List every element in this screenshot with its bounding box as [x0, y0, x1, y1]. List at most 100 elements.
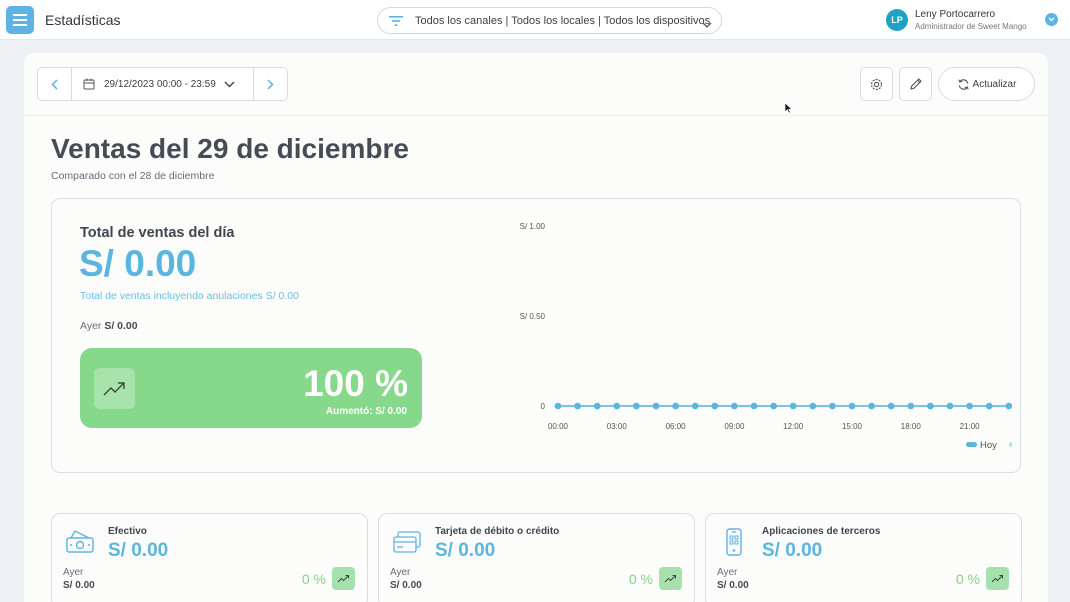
- payment-value: S/ 0.00: [762, 540, 823, 561]
- payment-yesterday-value: S/ 0.00: [717, 580, 749, 591]
- data-point-hoy: [613, 402, 621, 410]
- data-point-hoy: [966, 402, 973, 410]
- payment-percent: 0 %: [628, 571, 653, 587]
- data-point-hoy: [868, 402, 875, 410]
- x-tick-label: 21:00: [960, 422, 981, 431]
- chevron-right-icon: [267, 78, 274, 90]
- payment-yesterday-label: Ayer: [717, 567, 738, 578]
- data-point-hoy: [750, 402, 758, 410]
- x-tick-label: 09:00: [724, 422, 745, 431]
- chevron-left-icon: [51, 78, 58, 90]
- main-panel: 29/12/2023 00:00 - 23:59 Actualizar Vent…: [24, 53, 1048, 602]
- chevron-down-icon: [224, 81, 235, 87]
- data-point-hoy: [789, 402, 797, 410]
- data-point-hoy: [907, 402, 915, 410]
- legend-label-hoy: Hoy: [980, 440, 997, 451]
- card-icon: [393, 531, 421, 553]
- trending-up-icon: [94, 368, 135, 409]
- user-role: Administrador de Sweet Mango: [915, 22, 1027, 31]
- payment-card-third-party-apps: Aplicaciones de terceros S/ 0.00 Ayer S/…: [705, 513, 1022, 602]
- data-point-hoy: [652, 402, 660, 410]
- data-point-hoy: [985, 402, 993, 410]
- daily-sales-summary: Total de ventas del día S/ 0.00 Total de…: [51, 198, 1021, 473]
- growth-card: 100 % Aumentó: S/ 0.00: [80, 348, 422, 428]
- y-tick-label: S/ 1.00: [520, 222, 546, 231]
- date-range-picker: 29/12/2023 00:00 - 23:59: [37, 67, 288, 101]
- payment-percent: 0 %: [301, 571, 326, 587]
- refresh-label: Actualizar: [972, 78, 1017, 90]
- data-point-hoy: [554, 402, 562, 410]
- x-tick-label: 06:00: [666, 422, 687, 431]
- page-subtitle: Comparado con el 28 de diciembre: [51, 170, 215, 182]
- data-point-hoy: [946, 402, 954, 410]
- y-tick-label: 0: [541, 402, 546, 411]
- data-point-hoy: [711, 402, 719, 410]
- pencil-icon: [909, 78, 922, 90]
- payment-yesterday-value: S/ 0.00: [390, 580, 422, 591]
- yesterday-value: S/ 0.00: [104, 320, 138, 332]
- refresh-icon: [957, 78, 969, 90]
- filter-icon: [389, 14, 403, 28]
- y-tick-label: S/ 0.50: [520, 312, 546, 321]
- data-point-hoy: [770, 402, 777, 410]
- sales-with-cancellations: Total de ventas incluyendo anulaciones S…: [80, 290, 299, 302]
- data-point-hoy: [848, 402, 856, 410]
- avatar: LP: [886, 9, 908, 31]
- data-point-hoy: [887, 402, 895, 410]
- data-point-hoy: [574, 402, 581, 410]
- growth-percent: 100 %: [303, 363, 408, 404]
- x-tick-label: 00:00: [548, 422, 569, 431]
- data-point-hoy: [672, 402, 679, 410]
- app-title: Estadísticas: [45, 12, 121, 28]
- refresh-button[interactable]: Actualizar: [938, 67, 1035, 101]
- x-tick-label: 15:00: [842, 422, 863, 431]
- top-bar: Estadísticas Todos los canales | Todos l…: [0, 0, 1070, 40]
- data-point-hoy: [809, 402, 817, 410]
- payment-card-credit-card: Tarjeta de débito o crédito S/ 0.00 Ayer…: [378, 513, 695, 602]
- mobile-app-icon: [726, 528, 742, 556]
- chevron-down-icon[interactable]: [1045, 13, 1058, 26]
- next-day-button[interactable]: [254, 68, 287, 100]
- payment-yesterday-label: Ayer: [63, 567, 84, 578]
- page-title: Ventas del 29 de diciembre: [51, 133, 409, 164]
- hamburger-icon: [13, 14, 27, 26]
- date-range-text: 29/12/2023 00:00 - 23:59: [104, 78, 216, 90]
- data-point-hoy: [593, 402, 601, 410]
- edit-button[interactable]: [899, 67, 932, 101]
- data-point-hoy: [1005, 402, 1012, 410]
- filter-text: Todos los canales | Todos los locales | …: [415, 14, 711, 27]
- data-point-hoy: [731, 402, 738, 410]
- yesterday-total: Ayer S/ 0.00: [80, 320, 138, 332]
- previous-day-button[interactable]: [38, 68, 71, 100]
- payment-name: Efectivo: [108, 526, 147, 537]
- channel-filter-dropdown[interactable]: Todos los canales | Todos los locales | …: [377, 7, 722, 34]
- menu-button[interactable]: [6, 6, 34, 34]
- data-point-hoy: [633, 402, 640, 410]
- cash-icon: [66, 530, 94, 553]
- x-tick-label: 18:00: [901, 422, 922, 431]
- data-point-hoy: [927, 402, 934, 410]
- payment-yesterday-value: S/ 0.00: [63, 580, 95, 591]
- payment-yesterday-label: Ayer: [390, 567, 411, 578]
- payment-value: S/ 0.00: [435, 540, 496, 561]
- divider: [24, 115, 1048, 116]
- hourly-sales-chart: 0 S/ 0.50 S/ 1.00 00:00 03:00 06:00 09:00 12:00…: [520, 222, 1012, 451]
- chevron-down-icon: [702, 16, 712, 34]
- payment-card-cash: Efectivo S/ 0.00 Ayer S/ 0.00 0 %: [51, 513, 368, 602]
- summary-title: Total de ventas del día: [80, 225, 235, 241]
- data-point-hoy: [691, 402, 699, 410]
- mouse-cursor-icon: [784, 102, 793, 114]
- user-name: Leny Portocarrero: [915, 9, 996, 20]
- calendar-icon: [83, 78, 95, 90]
- user-menu[interactable]: LP Leny Portocarrero Administrador de Sw…: [886, 8, 1066, 34]
- gear-icon: [870, 78, 883, 90]
- legend-swatch-hoy: [966, 442, 977, 447]
- payment-name: Tarjeta de débito o crédito: [435, 526, 560, 537]
- trending-up-icon: [332, 567, 355, 590]
- payment-name: Aplicaciones de terceros: [762, 526, 881, 537]
- total-sales-value: S/ 0.00: [79, 243, 197, 284]
- settings-button[interactable]: [860, 67, 893, 101]
- x-tick-label: 12:00: [783, 422, 804, 431]
- payment-percent: 0 %: [955, 571, 980, 587]
- date-range-dropdown[interactable]: 29/12/2023 00:00 - 23:59: [71, 68, 254, 100]
